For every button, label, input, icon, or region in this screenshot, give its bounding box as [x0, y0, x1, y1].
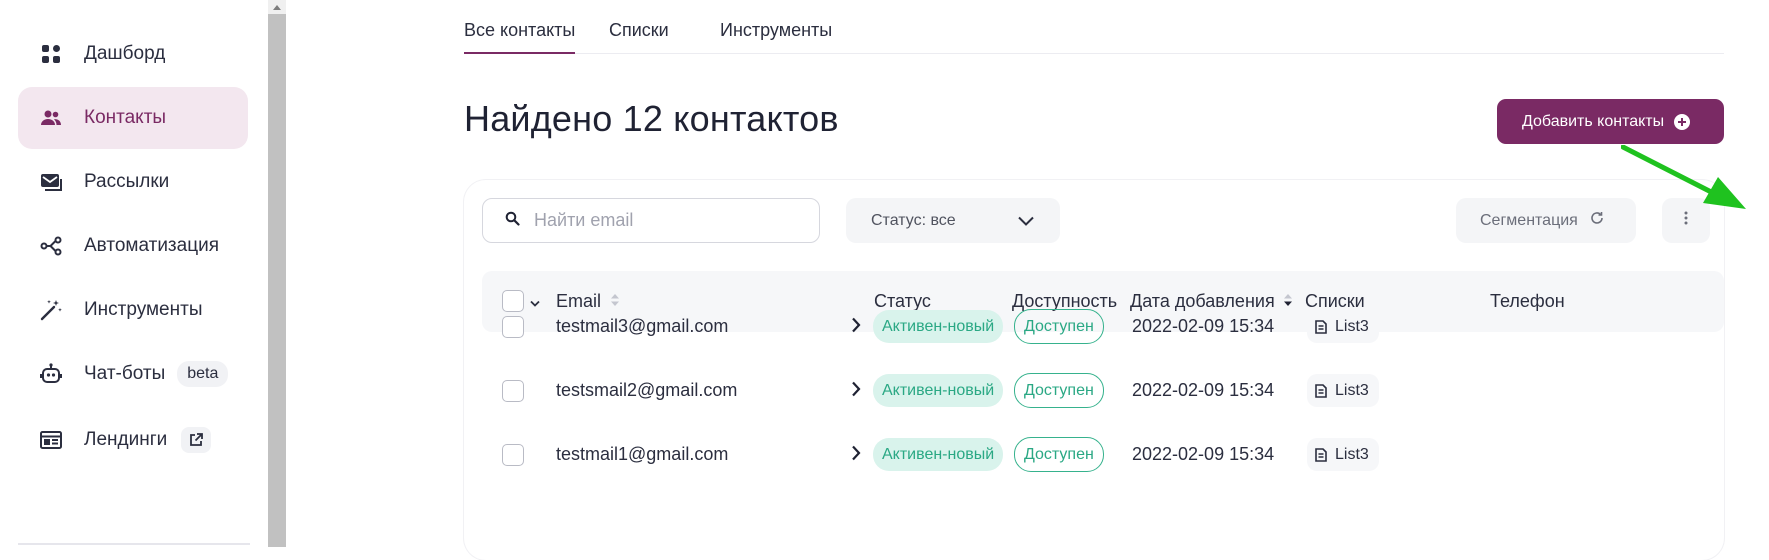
table-row[interactable]: testmail1@gmail.com Активен-новый Доступ… — [482, 419, 1724, 491]
landing-icon — [38, 427, 64, 453]
list-chip[interactable]: List3 — [1307, 374, 1379, 407]
row-checkbox[interactable] — [502, 316, 524, 338]
sidebar-item-label: Лендинги — [84, 429, 167, 451]
search-box[interactable] — [482, 198, 820, 243]
status-filter-label: Статус: все — [871, 212, 956, 230]
row-checkbox[interactable] — [502, 444, 524, 466]
tab-lists[interactable]: Списки — [609, 20, 669, 54]
list-chip-label: List3 — [1335, 318, 1369, 336]
search-input[interactable] — [534, 210, 794, 231]
segmentation-label: Сегментация — [1480, 212, 1578, 230]
sidebar-item-contacts[interactable]: Контакты — [18, 87, 248, 149]
table-row[interactable]: testmail3@gmail.com Активен-новый Доступ… — [482, 291, 1724, 363]
beta-badge: beta — [177, 361, 228, 387]
page-title: Найдено 12 контактов — [464, 98, 839, 140]
status-badge: Активен-новый — [873, 374, 1003, 407]
sidebar-item-label: Контакты — [84, 107, 166, 129]
add-contacts-label: Добавить контакты — [1522, 113, 1664, 131]
status-filter-dropdown[interactable]: Статус: все — [846, 198, 1060, 243]
chevron-right-icon[interactable] — [851, 381, 861, 402]
availability-badge: Доступен — [1014, 373, 1104, 408]
tab-tools[interactable]: Инструменты — [720, 20, 832, 54]
availability-badge: Доступен — [1014, 437, 1104, 472]
scroll-up-arrow-icon[interactable] — [268, 0, 286, 14]
sidebar-item-label: Чат-боты — [84, 363, 165, 385]
search-icon — [505, 211, 520, 231]
add-contacts-button[interactable]: Добавить контакты — [1497, 99, 1724, 144]
plus-circle-icon — [1674, 114, 1690, 130]
row-email[interactable]: testsmail2@gmail.com — [556, 380, 737, 401]
row-date: 2022-02-09 15:34 — [1132, 444, 1274, 465]
main-content: Все контакты Списки Инструменты Найдено … — [286, 0, 1769, 547]
sidebar-divider — [18, 543, 250, 545]
sidebar-item-label: Рассылки — [84, 171, 169, 193]
status-badge: Активен-новый — [873, 310, 1003, 343]
segmentation-button[interactable]: Сегментация — [1456, 198, 1636, 243]
magic-wand-icon — [38, 297, 64, 323]
list-chip-label: List3 — [1335, 382, 1369, 400]
row-date: 2022-02-09 15:34 — [1132, 316, 1274, 337]
row-email[interactable]: testmail1@gmail.com — [556, 444, 728, 465]
automation-icon — [38, 233, 64, 259]
sidebar-item-dashboard[interactable]: Дашборд — [18, 23, 248, 85]
sidebar-item-mailings[interactable]: Рассылки — [18, 151, 248, 213]
tabs-bar: Все контакты Списки Инструменты — [464, 0, 1724, 54]
annotation-arrow-icon — [1621, 145, 1751, 215]
robot-icon — [38, 361, 64, 387]
status-badge: Активен-новый — [873, 438, 1003, 471]
list-document-icon — [1315, 448, 1327, 462]
external-link-icon[interactable] — [181, 427, 211, 453]
list-document-icon — [1315, 384, 1327, 398]
chevron-down-icon — [1018, 213, 1034, 231]
mailings-icon — [38, 169, 64, 195]
list-chip[interactable]: List3 — [1307, 438, 1379, 471]
sidebar-item-label: Дашборд — [84, 43, 165, 65]
sidebar-item-landings[interactable]: Лендинги — [18, 409, 248, 471]
sidebar: Дашборд Контакты Рассылки Автоматизация … — [0, 0, 270, 547]
refresh-icon — [1590, 211, 1604, 230]
dashboard-icon — [38, 41, 64, 67]
availability-badge: Доступен — [1014, 309, 1104, 344]
contacts-icon — [38, 105, 64, 131]
row-checkbox[interactable] — [502, 380, 524, 402]
table-row[interactable]: testsmail2@gmail.com Активен-новый Досту… — [482, 355, 1724, 427]
scrollbar-thumb[interactable] — [268, 14, 286, 547]
sidebar-item-automation[interactable]: Автоматизация — [18, 215, 248, 277]
chevron-right-icon[interactable] — [851, 317, 861, 338]
chevron-right-icon[interactable] — [851, 445, 861, 466]
sidebar-item-label: Инструменты — [84, 299, 202, 321]
tab-all-contacts[interactable]: Все контакты — [464, 20, 575, 54]
sidebar-item-label: Автоматизация — [84, 235, 219, 257]
row-email[interactable]: testmail3@gmail.com — [556, 316, 728, 337]
list-chip[interactable]: List3 — [1307, 310, 1379, 343]
row-date: 2022-02-09 15:34 — [1132, 380, 1274, 401]
list-document-icon — [1315, 320, 1327, 334]
sidebar-item-tools[interactable]: Инструменты — [18, 279, 248, 341]
list-chip-label: List3 — [1335, 446, 1369, 464]
sidebar-item-chatbots[interactable]: Чат-боты beta — [18, 343, 248, 405]
